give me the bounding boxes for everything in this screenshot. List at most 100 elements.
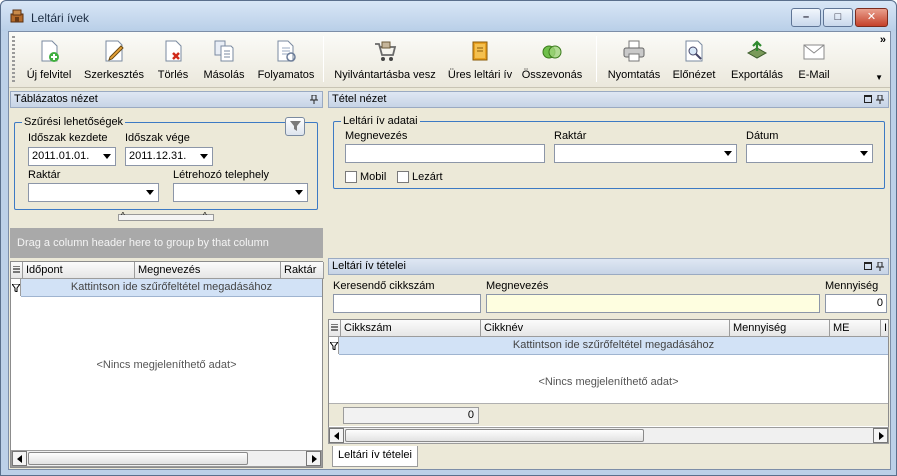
closed-checkbox[interactable] bbox=[397, 171, 409, 183]
toolbar-dropdown-icon[interactable]: ▼ bbox=[875, 73, 883, 82]
line-qty-input[interactable]: 0 bbox=[825, 294, 887, 313]
register-label: Nyilvántartásba vesz bbox=[334, 69, 436, 81]
pin-icon[interactable] bbox=[876, 262, 884, 271]
column-header-name[interactable]: Megnevezés bbox=[135, 262, 281, 279]
copy-icon bbox=[214, 40, 234, 62]
maximize-panel-icon[interactable] bbox=[864, 95, 872, 103]
merge-button[interactable]: Összevonás bbox=[521, 36, 583, 84]
mobile-checkbox[interactable] bbox=[345, 171, 357, 183]
minimize-button[interactable]: – bbox=[791, 8, 821, 27]
period-end-value: 2011.12.31. bbox=[129, 150, 187, 162]
toolbar-grip[interactable] bbox=[12, 36, 15, 82]
filter-row[interactable]: Kattintson ide szűrőfeltétel megadásához bbox=[339, 337, 888, 355]
continuous-button[interactable]: Folyamatos bbox=[253, 36, 319, 84]
scroll-right-button[interactable] bbox=[306, 451, 321, 466]
chevron-down-icon bbox=[295, 190, 303, 195]
filter-toggle-button[interactable] bbox=[285, 117, 305, 136]
maximize-icon: □ bbox=[834, 11, 842, 23]
site-select[interactable] bbox=[173, 183, 308, 202]
column-header-unit[interactable]: ME bbox=[830, 320, 881, 337]
empty-sheet-button[interactable]: Üres leltári ív bbox=[445, 36, 515, 84]
warehouse-select[interactable] bbox=[28, 183, 159, 202]
search-sku-input[interactable] bbox=[333, 294, 481, 313]
email-button[interactable]: E-Mail bbox=[793, 36, 835, 84]
scroll-left-button[interactable] bbox=[12, 451, 27, 466]
lines-horizontal-scrollbar[interactable] bbox=[328, 427, 889, 444]
period-start-field[interactable]: 2011.01.01. bbox=[28, 147, 116, 166]
column-header-extra[interactable]: I bbox=[881, 320, 889, 337]
column-header-sku[interactable]: Cikkszám bbox=[341, 320, 481, 337]
delete-button[interactable]: Törlés bbox=[149, 36, 197, 84]
funnel-icon bbox=[330, 342, 338, 350]
sheets-grid[interactable]: Időpont Megnevezés Raktár Kattintson ide… bbox=[10, 261, 324, 468]
column-header-warehouse[interactable]: Raktár bbox=[281, 262, 324, 279]
sheet-data-group: Leltári ív adatai Megnevezés Raktár Dátu… bbox=[333, 115, 885, 189]
column-chooser-button[interactable] bbox=[329, 320, 341, 337]
column-header-quantity[interactable]: Mennyiség bbox=[730, 320, 830, 337]
export-button[interactable]: Exportálás bbox=[727, 36, 787, 84]
sheet-data-group-title: Leltári ív adatai bbox=[341, 115, 420, 127]
funnel-icon bbox=[12, 284, 20, 292]
edit-label: Szerkesztés bbox=[84, 69, 144, 81]
empty-message: <Nincs megjeleníthető adat> bbox=[538, 376, 679, 388]
print-button[interactable]: Nyomtatás bbox=[603, 36, 665, 84]
group-by-area[interactable]: Drag a column header here to group by th… bbox=[10, 228, 323, 258]
item-panel-header[interactable]: Tétel nézet bbox=[328, 91, 889, 108]
scroll-right-button[interactable] bbox=[873, 428, 888, 443]
sheet-date-select[interactable] bbox=[746, 144, 873, 163]
scroll-left-button[interactable] bbox=[329, 428, 344, 443]
sheet-warehouse-select[interactable] bbox=[554, 144, 737, 163]
column-header-item-name[interactable]: Cikknév bbox=[481, 320, 730, 337]
summary-cell: 0 bbox=[343, 407, 479, 424]
new-button[interactable]: Új felvitel bbox=[19, 36, 79, 84]
print-label: Nyomtatás bbox=[607, 69, 661, 81]
pin-icon[interactable] bbox=[876, 95, 884, 104]
register-button[interactable]: Nyilvántartásba vesz bbox=[331, 36, 439, 84]
column-chooser-button[interactable] bbox=[11, 262, 23, 279]
app-icon bbox=[10, 9, 24, 23]
funnel-icon bbox=[290, 121, 301, 131]
scroll-thumb[interactable] bbox=[345, 429, 644, 442]
preview-label: Előnézet bbox=[672, 69, 716, 81]
column-header-time[interactable]: Időpont bbox=[23, 262, 135, 279]
close-button[interactable]: ✕ bbox=[855, 8, 888, 27]
closed-label: Lezárt bbox=[412, 171, 443, 183]
lines-panel-header[interactable]: Leltári ív tételei bbox=[328, 258, 889, 275]
period-start-value: 2011.01.01. bbox=[32, 150, 90, 162]
maximize-panel-icon[interactable] bbox=[864, 262, 872, 270]
line-name-input[interactable] bbox=[486, 294, 820, 313]
edit-icon bbox=[105, 40, 124, 62]
sheet-name-label: Megnevezés bbox=[345, 130, 408, 142]
title-bar[interactable]: Leltári ívek – □ ✕ bbox=[1, 1, 896, 31]
lines-grid[interactable]: Cikkszám Cikknév Mennyiség ME I Kattints… bbox=[328, 319, 889, 443]
maximize-button[interactable]: □ bbox=[823, 8, 853, 27]
warehouse-label: Raktár bbox=[28, 169, 61, 181]
pin-icon[interactable] bbox=[310, 95, 318, 104]
window-title: Leltári ívek bbox=[31, 11, 90, 25]
filter-row[interactable]: Kattintson ide szűrőfeltétel megadásához bbox=[21, 279, 322, 297]
notebook-icon bbox=[472, 41, 488, 61]
period-end-field[interactable]: 2011.12.31. bbox=[125, 147, 213, 166]
tab-sheet-lines[interactable]: Leltári ív tételei bbox=[332, 446, 418, 467]
horizontal-scrollbar[interactable] bbox=[11, 450, 322, 467]
client-area: Új felvitel Szerkesztés Törlés Másolás F… bbox=[8, 31, 891, 470]
collapse-up-icon: ^ bbox=[121, 211, 125, 220]
edit-button[interactable]: Szerkesztés bbox=[83, 36, 145, 84]
summary-footer: 0 bbox=[329, 403, 888, 426]
new-document-icon bbox=[41, 40, 59, 62]
sheet-name-input[interactable] bbox=[345, 144, 545, 163]
main-window: Leltári ívek – □ ✕ Új felvitel Szerkeszt… bbox=[0, 0, 897, 476]
mobile-label: Mobil bbox=[360, 171, 387, 183]
item-panel-title: Tétel nézet bbox=[332, 93, 387, 105]
toolbar: Új felvitel Szerkesztés Törlés Másolás F… bbox=[9, 32, 890, 88]
splitter-collapse-button[interactable]: ^ ^ bbox=[118, 211, 214, 221]
toolbar-overflow-button[interactable]: » bbox=[880, 34, 886, 46]
left-panel-header[interactable]: Táblázatos nézet bbox=[10, 91, 323, 108]
copy-button[interactable]: Másolás bbox=[199, 36, 249, 84]
filter-row-icon bbox=[329, 337, 339, 354]
copy-label: Másolás bbox=[203, 69, 245, 81]
chevron-down-icon bbox=[103, 154, 111, 159]
scroll-thumb[interactable] bbox=[28, 452, 248, 465]
preview-button[interactable]: Előnézet bbox=[669, 36, 719, 84]
arrow-right-icon bbox=[312, 455, 317, 463]
